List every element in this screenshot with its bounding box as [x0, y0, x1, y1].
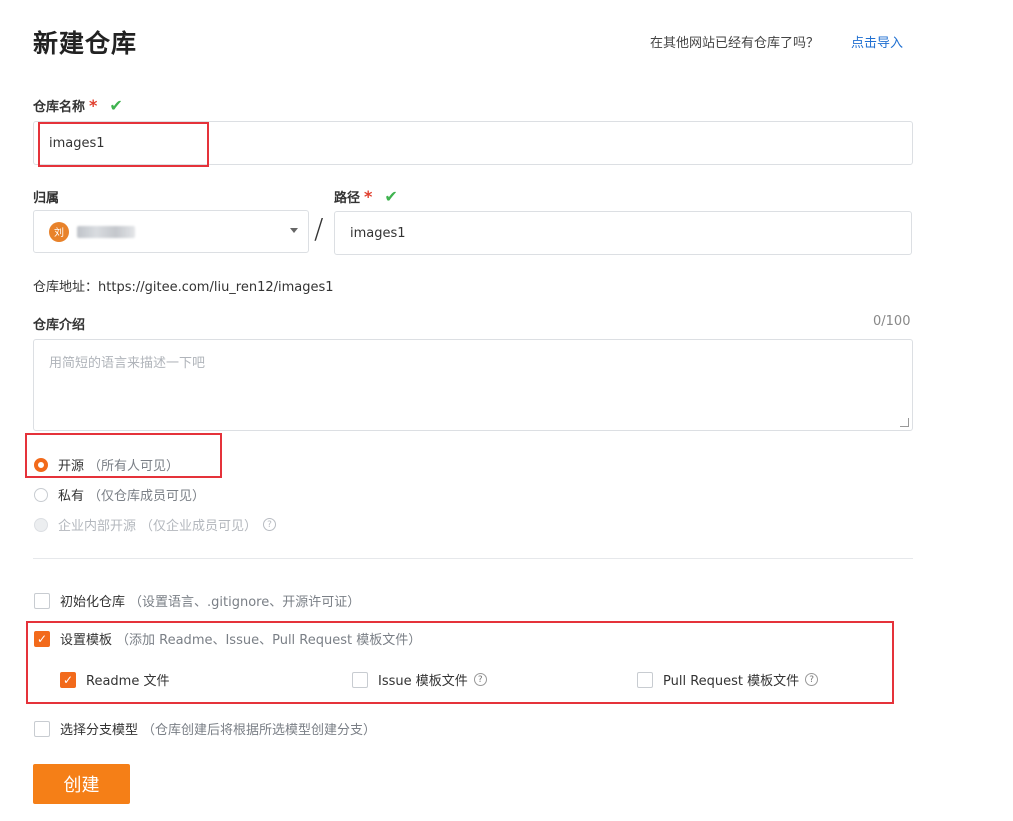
checkbox-hint: （添加 Readme、Issue、Pull Request 模板文件）: [116, 633, 422, 648]
repo-name-label: 仓库名称: [33, 100, 86, 115]
radio-hint: （仅仓库成员可见）: [88, 489, 206, 504]
checkbox-readme[interactable]: ✓ Readme 文件: [60, 670, 169, 689]
divider: [33, 558, 913, 559]
checkbox-hint: （设置语言、.gitignore、开源许可证）: [129, 595, 361, 610]
required-mark: *: [364, 187, 373, 206]
checkbox-init-repo[interactable]: 初始化仓库 （设置语言、.gitignore、开源许可证）: [34, 591, 360, 610]
owner-label: 归属: [33, 191, 60, 206]
import-hint: 在其他网站已经有仓库了吗？: [650, 36, 820, 51]
path-label-row: 路径 * ✔: [334, 187, 398, 206]
checkbox-hint: （仓库创建后将根据所选模型创建分支）: [142, 723, 377, 738]
checkbox-set-template[interactable]: ✓ 设置模板 （添加 Readme、Issue、Pull Request 模板文…: [34, 629, 421, 648]
owner-select[interactable]: 刘: [33, 210, 309, 253]
path-label: 路径: [334, 191, 361, 206]
checkbox-label: 初始化仓库: [60, 595, 126, 610]
checkbox-label: Readme 文件: [86, 674, 170, 689]
radio-label: 企业内部开源: [58, 519, 137, 534]
required-mark: *: [89, 96, 98, 115]
radio-enterprise: 企业内部开源 （仅企业成员可见） ?: [34, 515, 277, 534]
caret-down-icon: [290, 228, 298, 233]
description-textarea[interactable]: 用简短的语言来描述一下吧: [33, 339, 913, 431]
repo-name-label-row: 仓库名称 * ✔: [33, 96, 123, 115]
create-button[interactable]: 创建: [33, 764, 130, 804]
checkbox-icon[interactable]: [637, 671, 653, 688]
resize-handle-icon[interactable]: [900, 418, 909, 427]
checkbox-issue-template[interactable]: Issue 模板文件 ?: [352, 670, 487, 689]
checkbox-branch-model[interactable]: 选择分支模型 （仓库创建后将根据所选模型创建分支）: [34, 719, 376, 738]
checkbox-icon[interactable]: [34, 592, 50, 609]
check-icon: ✔: [384, 187, 398, 206]
avatar: 刘: [49, 221, 69, 242]
annotation-box-visibility: [25, 433, 222, 478]
checkbox-label: Pull Request 模板文件: [663, 674, 800, 689]
checkbox-label: Issue 模板文件: [378, 674, 468, 689]
radio-private[interactable]: 私有 （仅仓库成员可见）: [34, 485, 205, 504]
description-placeholder: 用简短的语言来描述一下吧: [49, 356, 206, 371]
checkbox-icon[interactable]: [34, 720, 50, 737]
question-circle-icon[interactable]: ?: [805, 673, 819, 686]
question-circle-icon[interactable]: ?: [263, 518, 277, 531]
radio-icon[interactable]: [34, 487, 48, 502]
owner-name-blurred: [77, 225, 135, 238]
radio-hint: （仅企业成员可见）: [140, 519, 258, 534]
checkmark-icon[interactable]: ✓: [60, 671, 76, 688]
description-counter: 0/100: [873, 314, 911, 329]
question-circle-icon[interactable]: ?: [473, 673, 487, 686]
check-icon: ✔: [109, 96, 123, 115]
page-title: 新建仓库: [33, 29, 138, 58]
path-input[interactable]: images1: [334, 211, 912, 255]
path-separator: /: [314, 212, 324, 245]
checkbox-label: 设置模板: [60, 633, 113, 648]
repo-url: 仓库地址：https://gitee.com/liu_ren12/images1: [33, 276, 334, 295]
repo-url-value: https://gitee.com/liu_ren12/images1: [98, 280, 334, 295]
radio-icon: [34, 517, 48, 532]
checkbox-pr-template[interactable]: Pull Request 模板文件 ?: [637, 670, 819, 689]
import-link[interactable]: 点击导入: [851, 32, 903, 51]
checkbox-label: 选择分支模型: [60, 723, 139, 738]
checkbox-icon[interactable]: [352, 671, 368, 688]
annotation-box-name: [38, 122, 209, 167]
repo-url-label: 仓库地址：: [33, 280, 99, 295]
path-value: images1: [350, 225, 406, 241]
radio-label: 私有: [58, 489, 85, 504]
checkmark-icon[interactable]: ✓: [34, 630, 50, 647]
description-label: 仓库介绍: [33, 318, 86, 333]
